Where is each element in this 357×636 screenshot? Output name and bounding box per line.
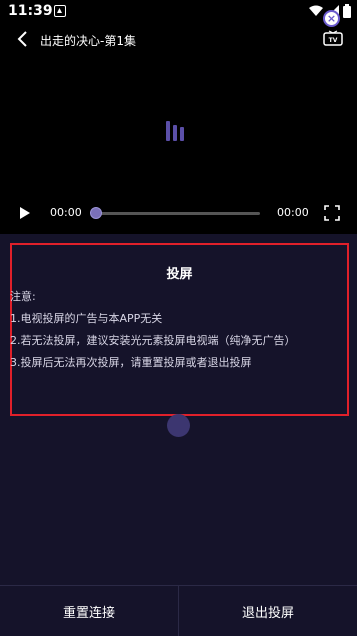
reset-connection-button[interactable]: 重置连接 xyxy=(0,586,178,636)
wifi-icon xyxy=(309,5,323,16)
dialog-note-line-2: 2.若无法投屏，建议安装光元素投屏电视端（纯净无广告） xyxy=(10,334,296,347)
cast-info-dialog: 投屏 注意: 1.电视投屏的广告与本APP无关 2.若无法投屏，建议安装光元素投… xyxy=(10,243,349,416)
battery-icon xyxy=(343,4,351,18)
total-time: 00:00 xyxy=(277,206,309,219)
bottom-action-bar: 重置连接 退出投屏 xyxy=(0,585,357,636)
status-bar: 11:39 xyxy=(0,0,357,24)
back-arrow-icon[interactable] xyxy=(14,30,32,48)
progress-bar[interactable] xyxy=(94,212,260,215)
dialog-note-line-1: 1.电视投屏的广告与本APP无关 xyxy=(10,312,163,325)
svg-text:TV: TV xyxy=(329,37,338,44)
progress-knob[interactable] xyxy=(90,207,102,219)
loading-indicator xyxy=(166,121,184,141)
dialog-note-heading: 注意: xyxy=(10,290,36,303)
notification-icon xyxy=(54,5,66,17)
close-icon: × xyxy=(326,12,337,25)
status-time: 11:39 xyxy=(8,3,53,19)
dialog-close-button[interactable]: × xyxy=(323,10,340,27)
current-time: 00:00 xyxy=(50,206,82,219)
video-player[interactable]: 出走的决心-第1集 TV 00:00 00:00 xyxy=(0,24,357,234)
dialog-title: 投屏 xyxy=(166,267,193,282)
cast-status-indicator xyxy=(167,414,190,437)
tv-cast-icon[interactable]: TV xyxy=(323,30,343,48)
exit-cast-button[interactable]: 退出投屏 xyxy=(179,586,357,636)
fullscreen-icon[interactable] xyxy=(324,205,340,221)
player-controls: 00:00 00:00 xyxy=(0,201,357,227)
dialog-note-line-3: 3.投屏后无法再次投屏，请重置投屏或者退出投屏 xyxy=(10,356,252,369)
video-title: 出走的决心-第1集 xyxy=(40,34,136,48)
play-icon[interactable] xyxy=(19,206,31,220)
